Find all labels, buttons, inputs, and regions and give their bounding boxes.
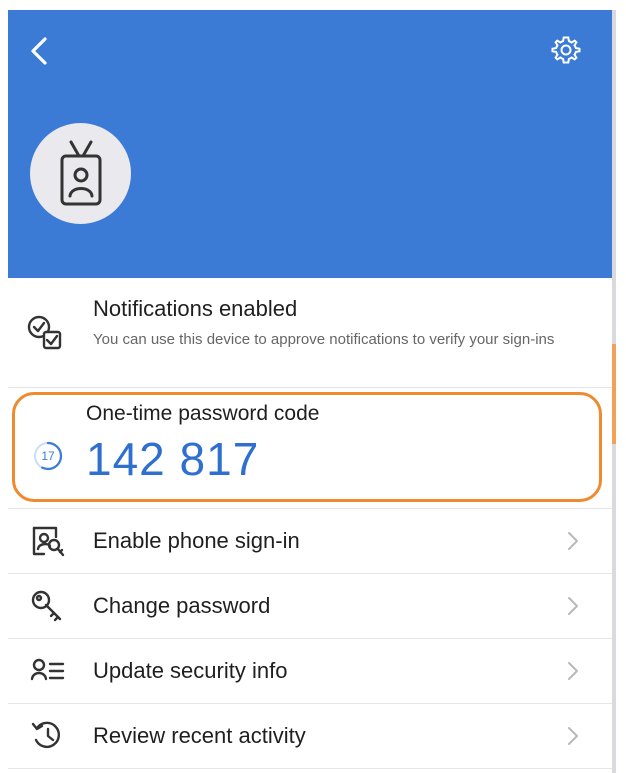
back-button[interactable] (24, 34, 54, 68)
menu-item-label: Update security info (93, 658, 288, 683)
otp-label: One-time password code (86, 402, 320, 425)
menu-item-review-recent-activity[interactable]: Review recent activity (8, 704, 612, 769)
notifications-subtitle: You can use this device to approve notif… (93, 331, 555, 348)
notifications-title: Notifications enabled (93, 296, 298, 321)
chevron-right-icon (568, 532, 578, 550)
account-header (8, 10, 612, 278)
id-badge-icon (60, 140, 101, 205)
chevron-right-icon (568, 662, 578, 680)
otp-code[interactable]: 142 817 (86, 432, 259, 486)
menu-item-change-password[interactable]: Change password (8, 574, 612, 639)
menu-item-enable-phone-sign-in[interactable]: Enable phone sign-in (8, 509, 612, 574)
account-options-list: Notifications enabled You can use this d… (8, 278, 612, 769)
security-info-icon (30, 658, 65, 681)
key-icon (31, 590, 62, 622)
chevron-left-icon (31, 37, 47, 65)
otp-timer-seconds: 17 (41, 449, 55, 463)
chevron-right-icon (568, 727, 578, 745)
menu-item-label: Review recent activity (93, 723, 306, 748)
gear-icon (551, 36, 581, 64)
history-icon (31, 721, 61, 749)
otp-countdown-timer: 17 (32, 440, 64, 472)
chevron-right-icon (568, 597, 578, 615)
account-avatar (30, 123, 131, 224)
authenticator-account-screen: Notifications enabled You can use this d… (8, 10, 612, 773)
settings-button[interactable] (548, 32, 584, 68)
otp-row[interactable]: 17 One-time password code 142 817 (8, 388, 612, 509)
menu-item-label: Enable phone sign-in (93, 528, 300, 553)
approval-check-icon (27, 315, 62, 350)
notifications-row[interactable]: Notifications enabled You can use this d… (8, 278, 612, 388)
phone-signin-icon (32, 526, 65, 557)
menu-item-update-security-info[interactable]: Update security info (8, 639, 612, 704)
scroll-edge-highlight (612, 344, 616, 444)
menu-item-label: Change password (93, 593, 271, 618)
